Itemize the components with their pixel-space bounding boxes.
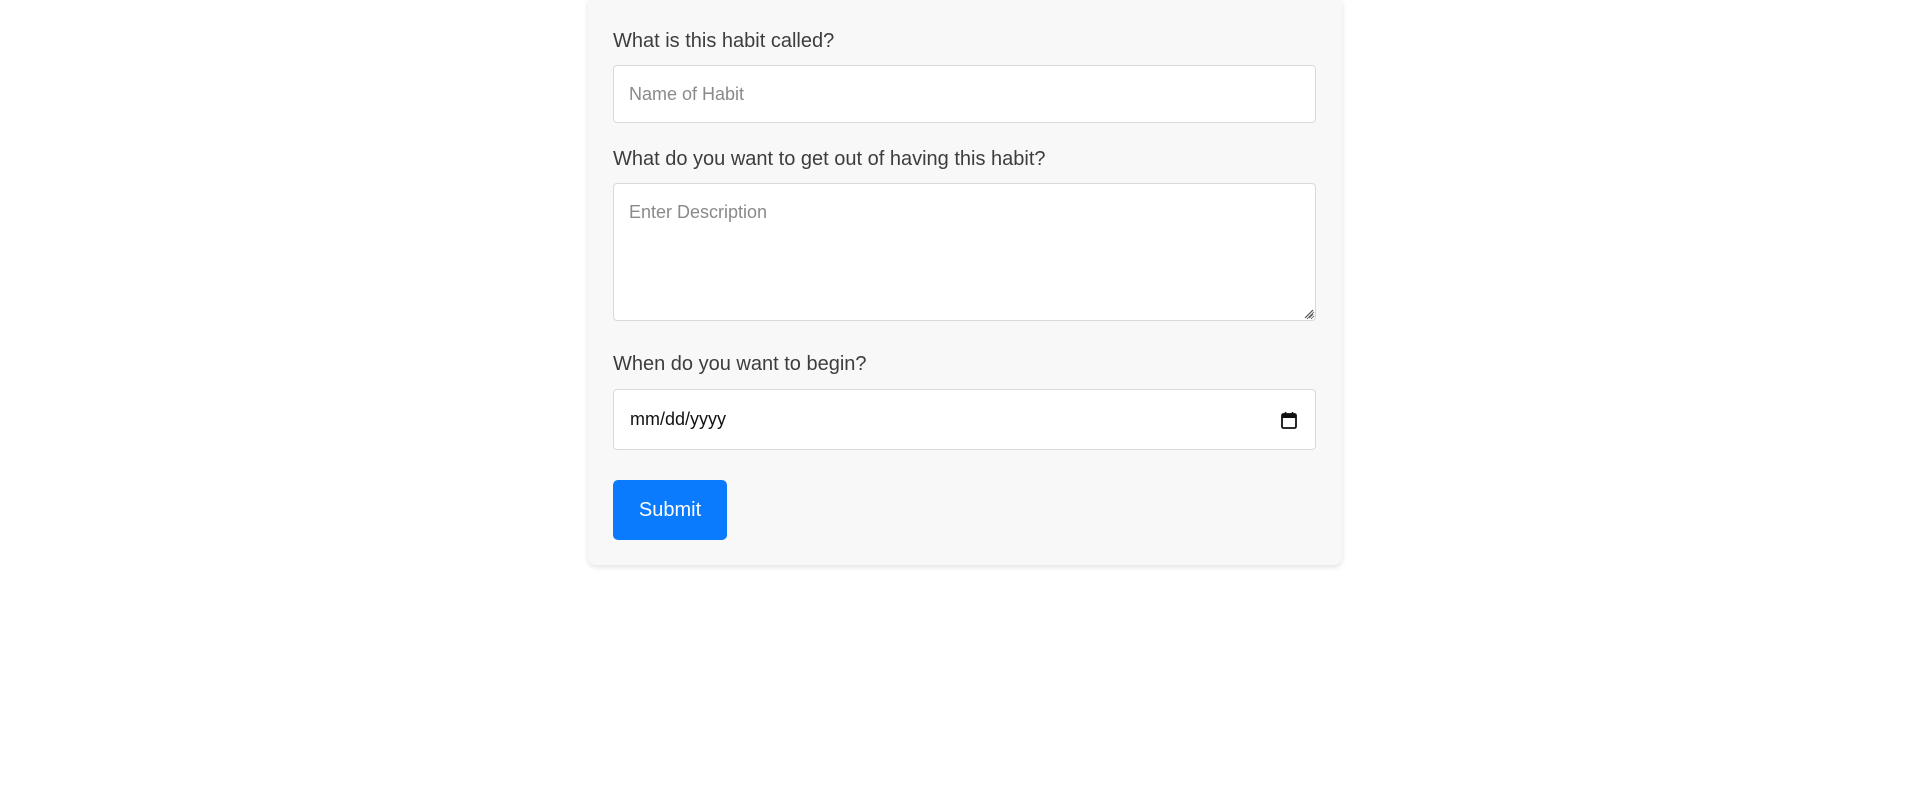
calendar-icon[interactable] [1281, 411, 1297, 429]
resize-grip-icon[interactable] [1303, 308, 1314, 319]
start-date-label: When do you want to begin? [613, 353, 867, 375]
habit-description-textarea[interactable] [613, 183, 1316, 321]
habit-name-input[interactable] [613, 65, 1316, 123]
submit-button[interactable]: Submit [613, 480, 727, 540]
start-date-input[interactable]: mm/dd/yyyy [613, 389, 1316, 450]
habit-description-label: What do you want to get out of having th… [613, 148, 1046, 170]
start-date-placeholder[interactable]: mm/dd/yyyy [630, 408, 726, 430]
habit-form-card: What is this habit called? What do you w… [588, 0, 1342, 565]
habit-name-label: What is this habit called? [613, 30, 835, 52]
